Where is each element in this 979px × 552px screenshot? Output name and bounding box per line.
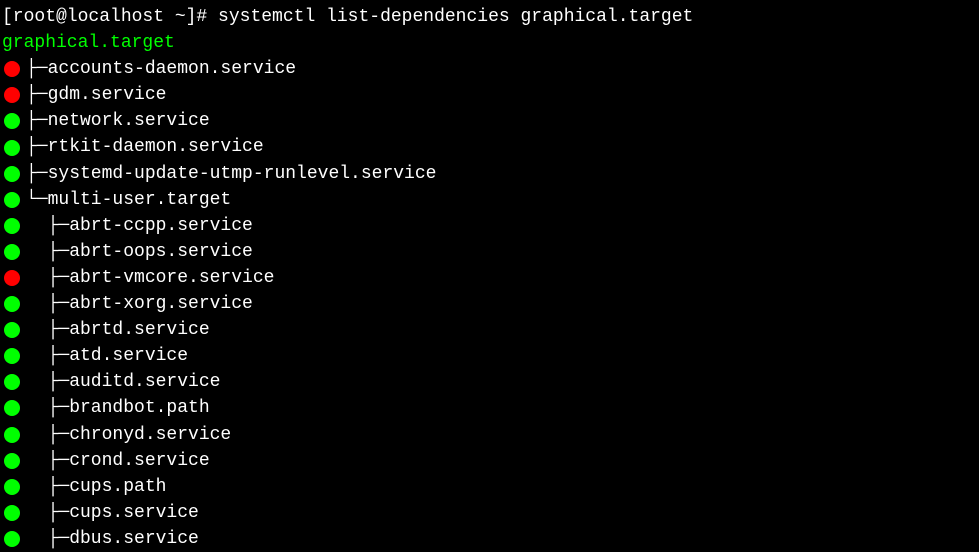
dependency-root-target: graphical.target — [2, 30, 977, 56]
dependency-name: ├─atd.service — [26, 343, 188, 369]
status-dot-icon — [4, 87, 20, 103]
dependency-name: ├─chronyd.service — [26, 422, 231, 448]
status-dot-icon — [4, 531, 20, 547]
dependency-name: ├─systemd-update-utmp-runlevel.service — [26, 161, 436, 187]
status-dot-icon — [4, 296, 20, 312]
status-dot-icon — [4, 218, 20, 234]
dependency-name: ├─cups.service — [26, 500, 199, 526]
dependency-line: ├─gdm.service — [2, 82, 977, 108]
status-dot-icon — [4, 166, 20, 182]
status-dot-icon — [4, 322, 20, 338]
dependency-name: └─multi-user.target — [26, 187, 231, 213]
dependency-name: ├─network.service — [26, 108, 210, 134]
dependency-name: ├─cups.path — [26, 474, 166, 500]
dependency-line: ├─crond.service — [2, 448, 977, 474]
status-dot-icon — [4, 61, 20, 77]
dependency-name: ├─abrt-oops.service — [26, 239, 253, 265]
dependency-name: ├─brandbot.path — [26, 395, 210, 421]
dependency-name: ├─abrtd.service — [26, 317, 210, 343]
dependency-line: ├─brandbot.path — [2, 395, 977, 421]
command-text: systemctl list-dependencies graphical.ta… — [218, 7, 693, 27]
status-dot-icon — [4, 192, 20, 208]
dependency-name: ├─accounts-daemon.service — [26, 56, 296, 82]
dependency-line: ├─network.service — [2, 108, 977, 134]
dependency-line: ├─atd.service — [2, 343, 977, 369]
dependency-name: ├─abrt-xorg.service — [26, 291, 253, 317]
dependency-line: └─multi-user.target — [2, 187, 977, 213]
dependency-line: ├─abrt-ccpp.service — [2, 213, 977, 239]
dependency-line: ├─chronyd.service — [2, 422, 977, 448]
status-dot-icon — [4, 244, 20, 260]
status-dot-icon — [4, 348, 20, 364]
status-dot-icon — [4, 505, 20, 521]
status-dot-icon — [4, 140, 20, 156]
dependency-name: ├─rtkit-daemon.service — [26, 134, 264, 160]
dependency-name: ├─abrt-vmcore.service — [26, 265, 274, 291]
shell-prompt-line: [root@localhost ~]# systemctl list-depen… — [2, 4, 977, 30]
status-dot-icon — [4, 113, 20, 129]
dependency-line: ├─rtkit-daemon.service — [2, 134, 977, 160]
dependency-line: ├─abrt-vmcore.service — [2, 265, 977, 291]
dependency-name: ├─crond.service — [26, 448, 210, 474]
dependency-name: ├─auditd.service — [26, 369, 220, 395]
dependency-line: ├─cups.service — [2, 500, 977, 526]
dependency-line: ├─cups.path — [2, 474, 977, 500]
status-dot-icon — [4, 453, 20, 469]
status-dot-icon — [4, 400, 20, 416]
dependency-name: ├─abrt-ccpp.service — [26, 213, 253, 239]
status-dot-icon — [4, 427, 20, 443]
dependency-line: ├─abrt-xorg.service — [2, 291, 977, 317]
dependency-name: ├─dbus.service — [26, 526, 199, 552]
dependency-line: ├─systemd-update-utmp-runlevel.service — [2, 161, 977, 187]
status-dot-icon — [4, 374, 20, 390]
status-dot-icon — [4, 270, 20, 286]
prompt-prefix: [root@localhost ~]# — [2, 7, 218, 27]
dependency-line: ├─abrt-oops.service — [2, 239, 977, 265]
status-dot-icon — [4, 479, 20, 495]
dependency-name: ├─gdm.service — [26, 82, 166, 108]
dependency-line: ├─dbus.service — [2, 526, 977, 552]
dependency-line: ├─abrtd.service — [2, 317, 977, 343]
dependency-list: ├─accounts-daemon.service├─gdm.service├─… — [2, 56, 977, 552]
dependency-line: ├─auditd.service — [2, 369, 977, 395]
dependency-line: ├─accounts-daemon.service — [2, 56, 977, 82]
